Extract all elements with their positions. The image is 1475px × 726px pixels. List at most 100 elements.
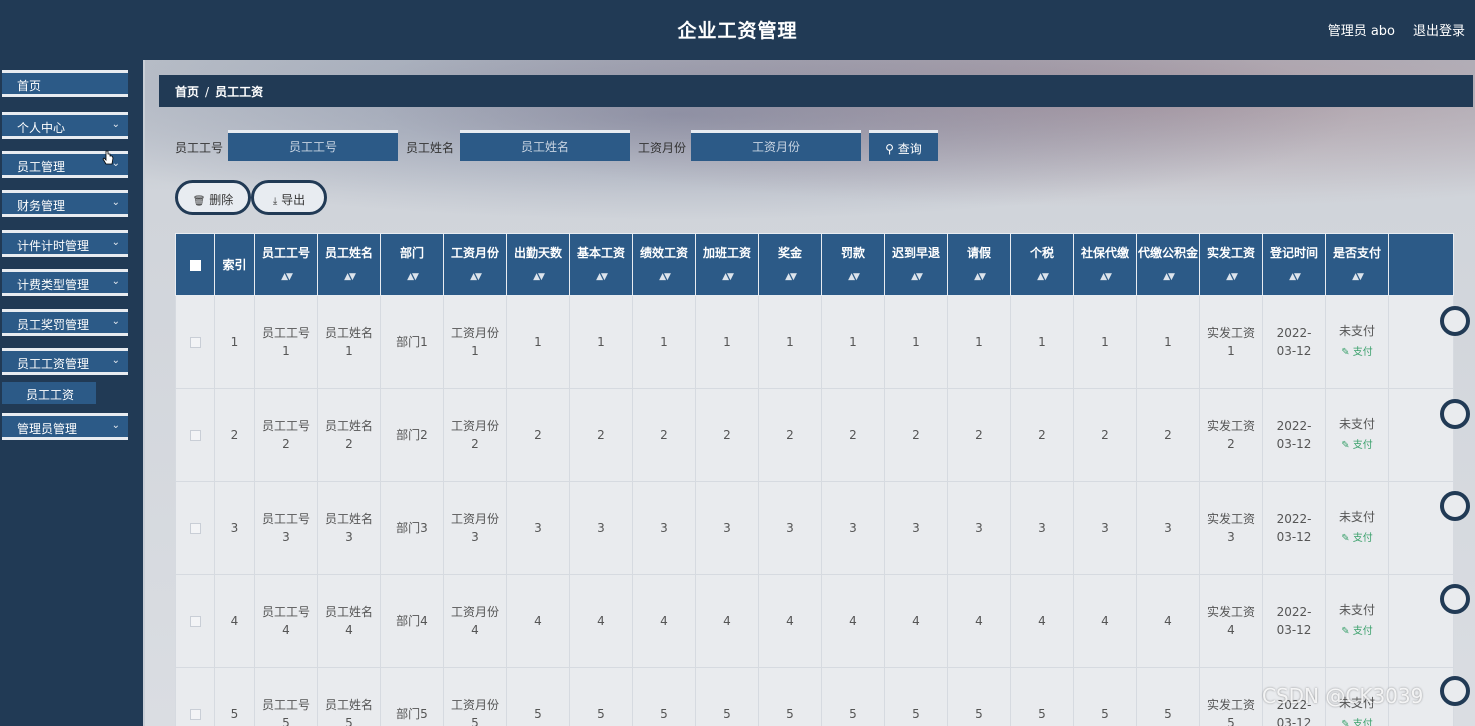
table-row[interactable]: 2 员工工号2 员工姓名2 部门2 工资月份2 2 2 2 2 2 2 2 2 2 2 2 实发工资2 2022-…	[175, 388, 1454, 482]
row-checkbox[interactable]	[189, 709, 201, 720]
sidebar-item-salary-mgmt[interactable]: 员工工资管理 ⌄	[2, 348, 128, 375]
cell-attendance: 2	[506, 388, 570, 482]
column-header-register-time[interactable]: 登记时间 ▲▼	[1262, 233, 1326, 296]
row-select-cell[interactable]	[175, 667, 215, 726]
sort-icon[interactable]: ▲▼	[659, 266, 671, 288]
chevron-down-icon: ⌄	[111, 420, 120, 431]
sort-icon[interactable]: ▲▼	[1352, 266, 1364, 288]
sidebar-item-billing-type-mgmt[interactable]: 计费类型管理 ⌄	[2, 269, 128, 296]
pay-link-label: 支付	[1352, 533, 1373, 544]
cell-housing-fund: 4	[1136, 574, 1200, 668]
cell-attendance: 5	[506, 667, 570, 726]
query-button[interactable]: ⚲ 查询	[869, 130, 938, 161]
column-header-base-salary[interactable]: 基本工资 ▲▼	[569, 233, 633, 296]
row-action-button[interactable]	[1440, 676, 1470, 706]
row-action-button[interactable]	[1440, 399, 1470, 429]
sort-icon[interactable]: ▲▼	[1163, 266, 1175, 288]
sidebar-item-home[interactable]: 首页	[2, 70, 128, 97]
cell-late-early: 1	[884, 295, 948, 389]
column-header-perf-salary[interactable]: 绩效工资 ▲▼	[632, 233, 696, 296]
export-button[interactable]: ⤓ 导出	[251, 180, 327, 215]
table-row[interactable]: 3 员工工号3 员工姓名3 部门3 工资月份3 3 3 3 3 3 3 3 3 3 3 3 实发工资3 2022-…	[175, 481, 1454, 575]
sort-icon[interactable]: ▲▼	[974, 266, 986, 288]
column-header-leave[interactable]: 请假 ▲▼	[947, 233, 1011, 296]
cell-emp-name: 员工姓名3	[317, 481, 381, 575]
sort-icon[interactable]: ▲▼	[1037, 266, 1049, 288]
sidebar-item-reward-penalty-mgmt[interactable]: 员工奖罚管理 ⌄	[2, 309, 128, 336]
sort-icon[interactable]: ▲▼	[596, 266, 608, 288]
sidebar-item-finance-mgmt[interactable]: 财务管理 ⌄	[2, 190, 128, 217]
pay-link[interactable]: ✎ 支付	[1326, 344, 1388, 362]
sort-icon[interactable]: ▲▼	[407, 266, 419, 288]
column-header-income-tax[interactable]: 个税 ▲▼	[1010, 233, 1074, 296]
sort-icon[interactable]: ▲▼	[911, 266, 923, 288]
column-header-paid-status[interactable]: 是否支付 ▲▼	[1325, 233, 1389, 296]
sort-icon[interactable]: ▲▼	[1289, 266, 1301, 288]
select-all-checkbox[interactable]	[189, 259, 201, 271]
table-row[interactable]: 4 员工工号4 员工姓名4 部门4 工资月份4 4 4 4 4 4 4 4 4 4 4 4 实发工资4 2022-…	[175, 574, 1454, 668]
column-header-overtime-salary[interactable]: 加班工资 ▲▼	[695, 233, 759, 296]
cell-attendance: 1	[506, 295, 570, 389]
row-action-button[interactable]	[1440, 491, 1470, 521]
sort-icon[interactable]: ▲▼	[785, 266, 797, 288]
cell-emp-no: 员工工号5	[254, 667, 318, 726]
sidebar-item-admin-mgmt[interactable]: 管理员管理 ⌄	[2, 413, 128, 440]
column-header-fine[interactable]: 罚款 ▲▼	[821, 233, 885, 296]
chevron-down-icon: ⌄	[111, 316, 120, 327]
emp-no-label: 员工工号	[175, 141, 224, 155]
pay-link[interactable]: ✎ 支付	[1326, 623, 1388, 641]
sort-icon[interactable]: ▲▼	[848, 266, 860, 288]
breadcrumb-home[interactable]: 首页	[175, 85, 199, 99]
row-select-cell[interactable]	[175, 574, 215, 668]
cell-emp-name: 员工姓名4	[317, 574, 381, 668]
column-header-net-salary[interactable]: 实发工资 ▲▼	[1199, 233, 1263, 296]
column-header-label: 登记时间	[1269, 245, 1318, 260]
row-action-button[interactable]	[1440, 584, 1470, 614]
cell-income-tax: 3	[1010, 481, 1074, 575]
sidebar-item-piece-time-mgmt[interactable]: 计件计时管理 ⌄	[2, 230, 128, 257]
row-select-cell[interactable]	[175, 481, 215, 575]
column-header-late-early[interactable]: 迟到早退 ▲▼	[884, 233, 948, 296]
sidebar-item-label: 管理员管理	[17, 422, 78, 436]
sort-icon[interactable]: ▲▼	[281, 266, 293, 288]
pay-link[interactable]: ✎ 支付	[1326, 530, 1388, 548]
delete-button[interactable]: 🗑 删除	[175, 180, 251, 215]
column-header-month[interactable]: 工资月份 ▲▼	[443, 233, 507, 296]
sort-icon[interactable]: ▲▼	[533, 266, 545, 288]
sidebar-item-personal-center[interactable]: 个人中心 ⌄	[2, 112, 128, 139]
pay-link[interactable]: ✎ 支付	[1326, 716, 1388, 726]
column-header-label: 罚款	[840, 245, 865, 260]
emp-no-input[interactable]	[228, 130, 398, 161]
cell-overtime-salary: 1	[695, 295, 759, 389]
row-checkbox[interactable]	[189, 337, 201, 348]
column-header-housing-fund[interactable]: 代缴公积金 ▲▼	[1136, 233, 1200, 296]
month-input[interactable]	[691, 130, 861, 161]
sort-icon[interactable]: ▲▼	[1100, 266, 1112, 288]
row-checkbox[interactable]	[189, 430, 201, 441]
select-all-cell[interactable]	[175, 233, 215, 296]
row-checkbox[interactable]	[189, 616, 201, 627]
paid-status-text: 未支付	[1338, 603, 1375, 617]
pay-link[interactable]: ✎ 支付	[1326, 437, 1388, 455]
column-header-label: 个税	[1029, 245, 1054, 260]
row-checkbox[interactable]	[189, 523, 201, 534]
column-header-emp-no[interactable]: 员工工号 ▲▼	[254, 233, 318, 296]
logout-link[interactable]: 退出登录	[1413, 20, 1465, 39]
sort-icon[interactable]: ▲▼	[722, 266, 734, 288]
row-action-button[interactable]	[1440, 306, 1470, 336]
sidebar-subitem-employee-salary[interactable]: 员工工资	[2, 382, 96, 404]
column-header-bonus[interactable]: 奖金 ▲▼	[758, 233, 822, 296]
sort-icon[interactable]: ▲▼	[1226, 266, 1238, 288]
column-header-dept[interactable]: 部门 ▲▼	[380, 233, 444, 296]
column-header-attendance[interactable]: 出勤天数 ▲▼	[506, 233, 570, 296]
sort-icon[interactable]: ▲▼	[344, 266, 356, 288]
sort-icon[interactable]: ▲▼	[470, 266, 482, 288]
row-select-cell[interactable]	[175, 295, 215, 389]
emp-name-input[interactable]	[460, 130, 630, 161]
table-row[interactable]: 1 员工工号1 员工姓名1 部门1 工资月份1 1 1 1 1 1 1 1 1 1 1 1 实发工资1 2022-…	[175, 295, 1454, 389]
cell-month: 工资月份3	[443, 481, 507, 575]
row-select-cell[interactable]	[175, 388, 215, 482]
column-header-social-insurance[interactable]: 社保代缴 ▲▼	[1073, 233, 1137, 296]
column-header-emp-name[interactable]: 员工姓名 ▲▼	[317, 233, 381, 296]
cell-emp-no: 员工工号3	[254, 481, 318, 575]
